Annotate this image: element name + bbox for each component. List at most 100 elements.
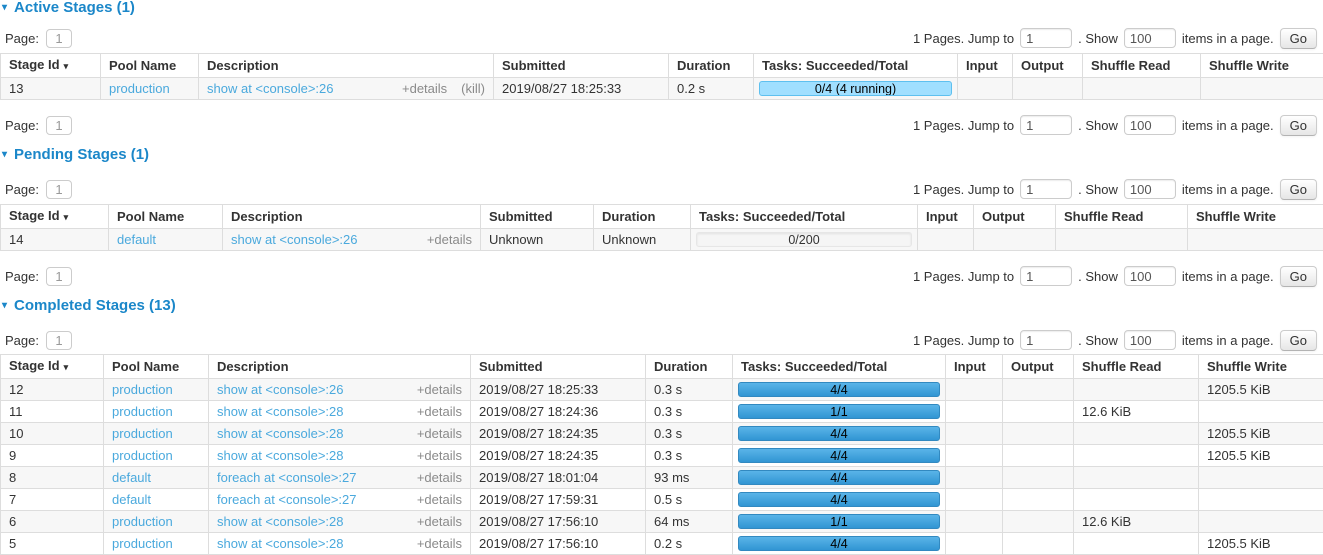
page-number-box[interactable]: 1 — [46, 331, 72, 350]
column-header-duration[interactable]: Duration — [646, 355, 733, 379]
details-link[interactable]: +details — [417, 470, 462, 485]
column-header-output[interactable]: Output — [1003, 355, 1074, 379]
pagination-bar: Page:11 Pages. Jump to. Showitems in a p… — [0, 265, 1323, 287]
description-link[interactable]: show at <console>:28 — [217, 448, 343, 463]
pool-name-cell: production — [104, 445, 209, 467]
items-per-page-text: items in a page. — [1182, 333, 1274, 348]
column-header-description[interactable]: Description — [223, 205, 481, 229]
page-size-input[interactable] — [1124, 266, 1176, 286]
section-title-text: Pending Stages (1) — [14, 147, 149, 163]
kill-link[interactable]: (kill) — [461, 81, 485, 96]
pool-name-link[interactable]: default — [112, 470, 151, 485]
go-button[interactable]: Go — [1280, 179, 1317, 200]
pool-name-link[interactable]: production — [112, 514, 173, 529]
page-size-input[interactable] — [1124, 28, 1176, 48]
column-header-duration[interactable]: Duration — [669, 54, 754, 78]
go-button[interactable]: Go — [1280, 266, 1317, 287]
column-header-submitted[interactable]: Submitted — [471, 355, 646, 379]
column-header-shuffle-read[interactable]: Shuffle Read — [1083, 54, 1201, 78]
tasks-cell: 4/4 — [733, 489, 946, 511]
details-link[interactable]: +details — [417, 492, 462, 507]
column-header-shuffle-write[interactable]: Shuffle Write — [1188, 205, 1323, 229]
tasks-cell: 4/4 — [733, 467, 946, 489]
column-header-output[interactable]: Output — [974, 205, 1056, 229]
page-size-input[interactable] — [1124, 179, 1176, 199]
column-header-input[interactable]: Input — [958, 54, 1013, 78]
page-size-input[interactable] — [1124, 330, 1176, 350]
column-header-stage-id[interactable]: Stage Id▾ — [1, 54, 101, 78]
page-number-box[interactable]: 1 — [46, 180, 72, 199]
column-header-shuffle-write[interactable]: Shuffle Write — [1201, 54, 1323, 78]
pool-name-link[interactable]: production — [112, 448, 173, 463]
description-cell: show at <console>:28 +details — [209, 511, 471, 533]
pages-count-text: 1 Pages. Jump to — [913, 118, 1014, 133]
column-header-submitted[interactable]: Submitted — [494, 54, 669, 78]
column-header-pool-name[interactable]: Pool Name — [101, 54, 199, 78]
column-header-description[interactable]: Description — [209, 355, 471, 379]
details-link[interactable]: +details — [417, 382, 462, 397]
description-link[interactable]: show at <console>:26 — [217, 382, 343, 397]
description-link[interactable]: foreach at <console>:27 — [217, 492, 357, 507]
shuffle-write-cell — [1199, 489, 1323, 511]
pages-count-text: 1 Pages. Jump to — [913, 333, 1014, 348]
pool-name-link[interactable]: production — [109, 81, 170, 96]
column-header-duration[interactable]: Duration — [594, 205, 691, 229]
description-link[interactable]: foreach at <console>:27 — [217, 470, 357, 485]
pool-name-link[interactable]: production — [112, 426, 173, 441]
column-header-input[interactable]: Input — [918, 205, 974, 229]
description-link[interactable]: show at <console>:28 — [217, 404, 343, 419]
go-button[interactable]: Go — [1280, 330, 1317, 351]
column-header-input[interactable]: Input — [946, 355, 1003, 379]
description-link[interactable]: show at <console>:26 — [207, 81, 333, 96]
section-header-active-stages[interactable]: ▾ Active Stages (1) — [2, 0, 1323, 16]
column-header-shuffle-write[interactable]: Shuffle Write — [1199, 355, 1323, 379]
column-header-tasks-succeeded-total[interactable]: Tasks: Succeeded/Total — [733, 355, 946, 379]
details-link[interactable]: +details — [417, 536, 462, 551]
column-header-stage-id[interactable]: Stage Id▾ — [1, 205, 109, 229]
column-header-shuffle-read[interactable]: Shuffle Read — [1056, 205, 1188, 229]
pool-name-link[interactable]: production — [112, 536, 173, 551]
section-header-pending-stages[interactable]: ▾ Pending Stages (1) — [2, 147, 1323, 163]
column-header-pool-name[interactable]: Pool Name — [109, 205, 223, 229]
page-label: Page: — [5, 182, 39, 197]
input-cell — [946, 379, 1003, 401]
section-header-completed-stages[interactable]: ▾ Completed Stages (13) — [2, 298, 1323, 314]
description-link[interactable]: show at <console>:28 — [217, 426, 343, 441]
details-link[interactable]: +details — [427, 232, 472, 247]
jump-to-page-input[interactable] — [1020, 179, 1072, 199]
tasks-cell: 4/4 — [733, 423, 946, 445]
column-header-shuffle-read[interactable]: Shuffle Read — [1074, 355, 1199, 379]
column-header-description[interactable]: Description — [199, 54, 494, 78]
show-label: . Show — [1078, 333, 1118, 348]
jump-to-page-input[interactable] — [1020, 28, 1072, 48]
column-header-tasks-succeeded-total[interactable]: Tasks: Succeeded/Total — [754, 54, 958, 78]
column-header-submitted[interactable]: Submitted — [481, 205, 594, 229]
pool-name-link[interactable]: production — [112, 404, 173, 419]
page-number-box[interactable]: 1 — [46, 267, 72, 286]
column-header-pool-name[interactable]: Pool Name — [104, 355, 209, 379]
pool-name-link[interactable]: default — [112, 492, 151, 507]
column-header-output[interactable]: Output — [1013, 54, 1083, 78]
go-button[interactable]: Go — [1280, 28, 1317, 49]
page-number-box[interactable]: 1 — [46, 116, 72, 135]
column-header-stage-id[interactable]: Stage Id▾ — [1, 355, 104, 379]
description-link[interactable]: show at <console>:28 — [217, 536, 343, 551]
details-link[interactable]: +details — [417, 426, 462, 441]
details-link[interactable]: +details — [417, 448, 462, 463]
column-header-tasks-succeeded-total[interactable]: Tasks: Succeeded/Total — [691, 205, 918, 229]
details-link[interactable]: +details — [402, 81, 447, 96]
jump-to-page-input[interactable] — [1020, 330, 1072, 350]
pool-name-link[interactable]: production — [112, 382, 173, 397]
description-link[interactable]: show at <console>:26 — [231, 232, 357, 247]
jump-to-page-input[interactable] — [1020, 266, 1072, 286]
page-number-box[interactable]: 1 — [46, 29, 72, 48]
details-link[interactable]: +details — [417, 404, 462, 419]
go-button[interactable]: Go — [1280, 115, 1317, 136]
tasks-progress-bar: 1/1 — [738, 404, 940, 419]
page-size-input[interactable] — [1124, 115, 1176, 135]
pool-name-link[interactable]: default — [117, 232, 156, 247]
description-link[interactable]: show at <console>:28 — [217, 514, 343, 529]
jump-to-page-input[interactable] — [1020, 115, 1072, 135]
details-link[interactable]: +details — [417, 514, 462, 529]
description-content: show at <console>:28 +details — [217, 426, 462, 441]
